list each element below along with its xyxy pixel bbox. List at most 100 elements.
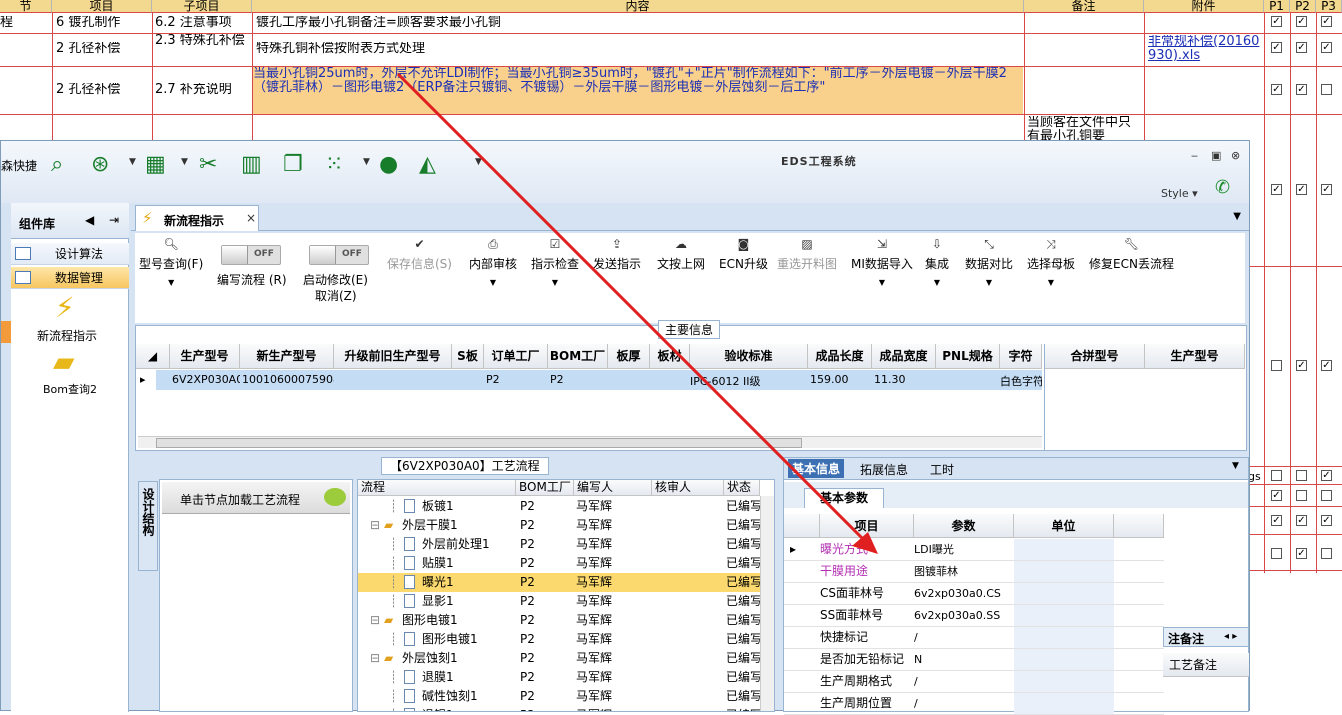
grid-icon[interactable]: ⁙	[325, 151, 343, 179]
tree-row[interactable]: ┊ 外层前处理1 P2 马军辉 已编写	[358, 535, 760, 554]
lightning-icon[interactable]: ⚡	[55, 291, 75, 324]
column-header[interactable]: 工艺备注	[1163, 653, 1249, 677]
tree-row[interactable]: ┊ 退膜1 P2 马军辉 已编写	[358, 668, 760, 687]
property-row[interactable]: 干膜用途 图镀菲林	[784, 561, 1164, 583]
table-cell[interactable]: P2	[486, 373, 548, 386]
checkbox[interactable]	[1296, 42, 1307, 53]
checkbox[interactable]	[1296, 360, 1307, 371]
column-header[interactable]: 板材	[650, 344, 690, 369]
column-header[interactable]: 成品宽度	[872, 344, 936, 369]
checkbox[interactable]	[1321, 548, 1332, 559]
checkbox[interactable]	[1271, 548, 1282, 559]
style-menu[interactable]: Style ▾	[1161, 187, 1198, 200]
folder-open-icon[interactable]: ▰	[53, 345, 75, 378]
film-icon[interactable]: ▥	[241, 151, 262, 179]
checkbox[interactable]	[1321, 490, 1332, 501]
new-flow-instruction-item[interactable]: 新流程指示	[37, 327, 97, 344]
property-unit[interactable]	[1014, 627, 1114, 648]
column-header[interactable]: 单位	[1014, 514, 1114, 538]
property-value[interactable]: /	[914, 671, 1012, 692]
checkbox[interactable]	[1271, 360, 1282, 371]
checkbox[interactable]	[1321, 470, 1332, 481]
column-header[interactable]: 升级前旧生产型号	[334, 344, 452, 369]
start-modify-toggle[interactable]: OFF	[309, 245, 369, 265]
column-header[interactable]: 成品长度	[808, 344, 872, 369]
upload-web-button[interactable]: ☁ 文按上网	[657, 237, 705, 272]
property-value[interactable]: /	[914, 627, 1012, 648]
column-header[interactable]: 流程	[358, 480, 516, 496]
tab-extended-info[interactable]: 拓展信息	[860, 461, 908, 478]
property-value[interactable]: 6v2xp030a0.SS	[914, 605, 1012, 626]
data-compare-button[interactable]: ⤡ 数据对比 ▼	[965, 237, 1013, 287]
tree-row[interactable]: ┊ 退锡1 P2 马军辉 已编写	[358, 706, 760, 711]
tab-basic-params[interactable]: 基本参数	[804, 488, 884, 508]
chevron-down-icon[interactable]: ▼	[181, 157, 188, 167]
property-value[interactable]: 图镀菲林	[914, 561, 1012, 582]
reselect-cut-chart-button[interactable]: ▨ 重选开料图	[777, 237, 837, 272]
collapse-icon[interactable]: ⊟	[370, 516, 380, 534]
tab-work-hours[interactable]: 工时	[930, 461, 954, 478]
checkbox[interactable]	[1296, 84, 1307, 95]
column-header[interactable]: 生产型号	[170, 344, 240, 369]
internal-review-button[interactable]: ⎙ 内部审核 ▼	[469, 237, 517, 287]
column-header[interactable]: 生产型号	[1145, 344, 1245, 369]
chevron-left-icon[interactable]: ◀	[85, 213, 94, 227]
property-unit[interactable]	[1014, 605, 1114, 626]
tree-row[interactable]: ┊ 显影1 P2 马军辉 已编写	[358, 592, 760, 611]
chevron-down-icon[interactable]: ▼	[475, 157, 482, 167]
checkbox[interactable]	[1296, 515, 1307, 526]
tree-row[interactable]: ┊ 曝光1 P2 马军辉 已编写	[358, 573, 760, 592]
property-row[interactable]: CS面菲林号 6v2xp030a0.CS	[784, 583, 1164, 605]
ecn-upgrade-button[interactable]: ◙ ECN升级	[719, 237, 768, 272]
column-header[interactable]: PNL规格	[936, 344, 1000, 369]
restore-icon[interactable]: ▣	[1211, 149, 1221, 162]
checkbox[interactable]	[1271, 184, 1282, 195]
table-cell[interactable]: P2	[550, 373, 608, 386]
column-header[interactable]: 合拼型号	[1045, 344, 1145, 369]
close-icon[interactable]: ⊗	[1231, 149, 1240, 162]
tree-row[interactable]: ┊ 板镀1 P2 马军辉 已编写	[358, 497, 760, 516]
checkbox[interactable]	[1271, 42, 1282, 53]
bom-query-item[interactable]: Bom查询2	[43, 381, 97, 397]
sidebar-item-data-management[interactable]: 数据管理	[11, 267, 129, 289]
checkbox[interactable]	[1321, 84, 1332, 95]
checkbox[interactable]	[1321, 360, 1332, 371]
property-unit[interactable]	[1014, 671, 1114, 692]
close-icon[interactable]: ×	[246, 211, 256, 225]
property-row[interactable]: ▸ 曝光方式 LDI曝光	[784, 539, 1164, 561]
checkbox[interactable]	[1271, 16, 1282, 27]
checkbox[interactable]	[1321, 42, 1332, 53]
load-flow-button[interactable]: 单击节点加载工艺流程	[162, 482, 350, 514]
cancel-button[interactable]: 取消(Z)	[315, 287, 357, 304]
search-icon[interactable]: ⌕	[51, 151, 63, 179]
user-icon[interactable]: ●	[379, 151, 398, 179]
column-header[interactable]: 编写人	[574, 480, 652, 496]
scissors-icon[interactable]: ✂	[199, 151, 217, 179]
checkbox[interactable]	[1321, 515, 1332, 526]
column-header[interactable]: BOM工厂	[516, 480, 574, 496]
column-header[interactable]: 新生产型号	[240, 344, 334, 369]
table-cell[interactable]: IPC-6012 II级	[690, 373, 808, 389]
tab-basic-info[interactable]: 基本信息	[788, 459, 845, 478]
table-cell[interactable]: 159.00	[810, 373, 872, 386]
minimize-icon[interactable]: ‒	[1191, 149, 1198, 162]
model-query-button[interactable]: 🔍︎ 型号查询(F) ▼	[139, 237, 203, 287]
checkbox[interactable]	[1271, 515, 1282, 526]
collapse-icon[interactable]: ⊟	[370, 649, 380, 667]
property-row[interactable]: 快捷标记 /	[784, 627, 1164, 649]
checkbox[interactable]	[1296, 184, 1307, 195]
scrollbar-thumb[interactable]	[156, 438, 802, 448]
tree-row[interactable]: ⊟ ▰ 外层蚀刻1 P2 马军辉 已编写	[358, 649, 760, 668]
checkbox[interactable]	[1271, 490, 1282, 501]
select-master-board-button[interactable]: ⤨ 选择母板 ▼	[1027, 237, 1075, 287]
chevron-down-icon[interactable]: ▼	[1232, 461, 1239, 471]
column-header[interactable]: BOM工厂	[548, 344, 608, 369]
tree-row[interactable]: ⊟ ▰ 图形电镀1 P2 马军辉 已编写	[358, 611, 760, 630]
property-unit[interactable]	[1014, 561, 1114, 582]
property-unit[interactable]	[1014, 649, 1114, 670]
mi-data-import-button[interactable]: ⇲ MI数据导入 ▼	[851, 237, 913, 287]
tab-remarks[interactable]: 注备注 ◂ ▸	[1163, 627, 1249, 647]
checkbox[interactable]	[1296, 548, 1307, 559]
chart-icon[interactable]: ◭	[419, 151, 436, 179]
chevron-down-icon[interactable]: ▼	[363, 157, 370, 167]
